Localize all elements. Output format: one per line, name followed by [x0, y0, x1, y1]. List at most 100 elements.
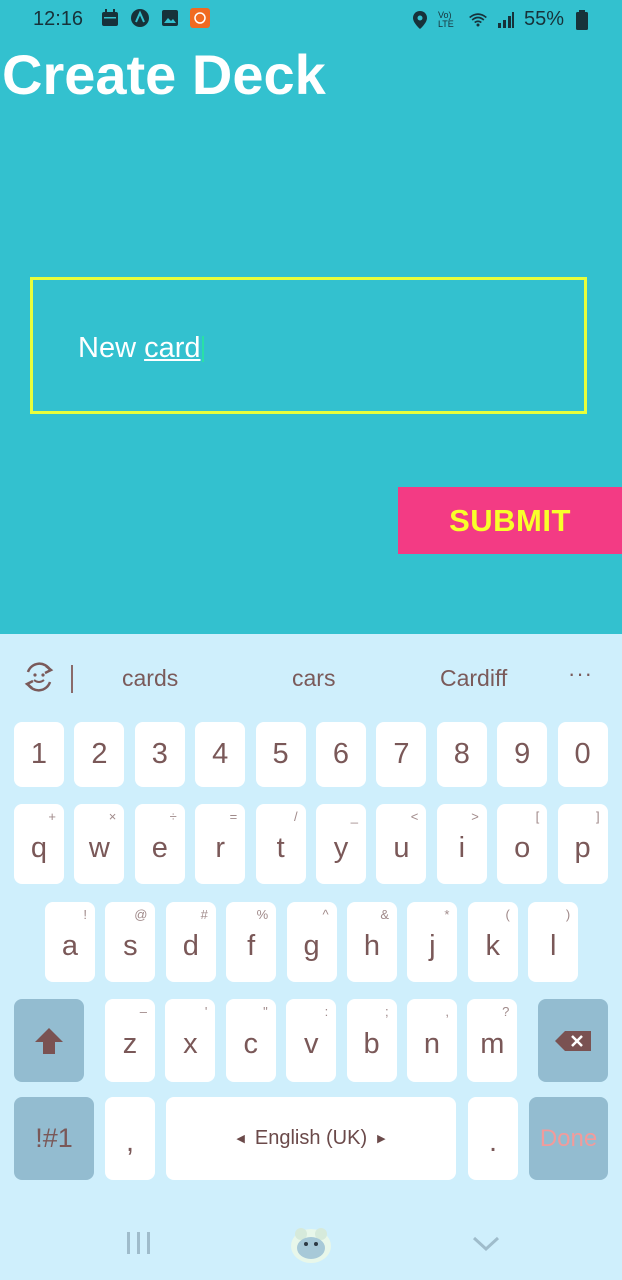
- key-label: x: [183, 1028, 198, 1060]
- language-label: English (UK): [254, 1127, 368, 1149]
- key-6[interactable]: 6: [316, 722, 366, 787]
- key-m[interactable]: ? m: [467, 999, 518, 1082]
- emoji-sticker-icon[interactable]: [22, 660, 56, 694]
- key-7[interactable]: 7: [376, 722, 427, 787]
- key-label: d: [182, 929, 199, 962]
- key-w[interactable]: × w: [74, 804, 125, 884]
- key-label: s: [123, 929, 138, 962]
- key-b[interactable]: ; b: [346, 999, 397, 1082]
- key-g[interactable]: ^ g: [286, 902, 337, 982]
- key-c[interactable]: " c: [225, 999, 276, 1082]
- space-key[interactable]: ◀ English (UK) ▶: [166, 1097, 456, 1180]
- key-o[interactable]: [o: [497, 804, 548, 884]
- battery-level: 55%: [523, 8, 564, 30]
- key-label: w: [88, 831, 110, 864]
- key-hint: *: [444, 907, 450, 922]
- key-j[interactable]: * j: [407, 902, 458, 982]
- period-key-label: .: [488, 1126, 498, 1158]
- key-label: e: [151, 831, 168, 864]
- key-a[interactable]: ! a: [45, 902, 95, 982]
- key-e[interactable]: ÷ e: [134, 804, 185, 884]
- key-hint: ]: [595, 809, 600, 824]
- key-label: o: [514, 831, 531, 864]
- key-f[interactable]: % f: [226, 902, 277, 982]
- period-key[interactable]: .: [468, 1097, 518, 1180]
- key-hint: ?: [502, 1004, 510, 1019]
- key-q[interactable]: + q: [14, 804, 64, 884]
- submit-button[interactable]: SUBMIT: [398, 487, 622, 554]
- key-label: 6: [332, 738, 350, 770]
- key-label: g: [303, 929, 320, 962]
- key-r[interactable]: = r: [195, 804, 246, 884]
- key-label: 3: [151, 738, 168, 770]
- key-hint: ,: [445, 1004, 449, 1019]
- suggestion-divider: [71, 665, 73, 693]
- key-x[interactable]: ' x: [165, 999, 216, 1082]
- key-hint: [: [535, 809, 540, 824]
- key-9[interactable]: 9: [497, 722, 548, 787]
- key-hint: –: [139, 1004, 147, 1019]
- key-s[interactable]: @ s: [105, 902, 156, 982]
- key-label: k: [485, 929, 501, 962]
- key-l[interactable]: ) l: [528, 902, 579, 982]
- key-0[interactable]: 0: [557, 722, 608, 787]
- key-label: f: [247, 929, 256, 962]
- input-value-composing: card: [144, 332, 201, 364]
- key-label: a: [61, 929, 79, 962]
- key-hint: :: [324, 1004, 329, 1019]
- battery-icon: [572, 9, 592, 30]
- key-3[interactable]: 3: [134, 722, 185, 787]
- key-1[interactable]: 1: [14, 722, 64, 787]
- key-label: u: [393, 831, 410, 864]
- signal-icon: [496, 10, 516, 30]
- done-key[interactable]: Done: [529, 1097, 608, 1180]
- key-5[interactable]: 5: [255, 722, 306, 787]
- comma-key[interactable]: ,: [105, 1097, 155, 1180]
- key-d[interactable]: # d: [165, 902, 216, 982]
- key-hint: +: [48, 809, 56, 824]
- app-logo-icon: [130, 8, 150, 28]
- key-label: y: [333, 831, 349, 864]
- key-label: z: [122, 1028, 138, 1060]
- key-label: 7: [393, 738, 410, 770]
- key-2[interactable]: 2: [74, 722, 125, 787]
- shift-key[interactable]: [14, 999, 84, 1082]
- hide-keyboard-icon[interactable]: [472, 1236, 500, 1257]
- key-t[interactable]: / t: [255, 804, 306, 884]
- key-hint: !: [83, 907, 87, 922]
- key-u[interactable]: < u: [376, 804, 427, 884]
- key-4[interactable]: 4: [195, 722, 246, 787]
- more-options-icon[interactable]: ···: [568, 661, 593, 687]
- key-hint: %: [256, 907, 269, 922]
- symbols-key[interactable]: !#1: [14, 1097, 94, 1180]
- key-k[interactable]: (k: [467, 902, 518, 982]
- chevron-right-icon: ▶: [377, 1133, 386, 1145]
- key-y[interactable]: _ y: [316, 804, 366, 884]
- key-n[interactable]: ,n: [407, 999, 457, 1082]
- key-8[interactable]: 8: [436, 722, 487, 787]
- key-label: p: [574, 831, 591, 864]
- key-p[interactable]: ] p: [557, 804, 608, 884]
- backspace-key[interactable]: [538, 999, 608, 1082]
- key-hint: >: [471, 809, 479, 824]
- key-i[interactable]: > i: [436, 804, 487, 884]
- key-label: 9: [514, 738, 531, 770]
- calendar-icon: [100, 8, 120, 28]
- suggestion-1[interactable]: cards: [122, 665, 178, 692]
- key-hint: _: [350, 809, 358, 824]
- deck-name-input[interactable]: New card: [30, 277, 587, 414]
- key-hint: =: [229, 809, 238, 824]
- backspace-icon: [555, 1030, 591, 1051]
- status-bar: 12:16 Vo) LTE 55%: [0, 0, 622, 38]
- key-z[interactable]: – z: [105, 999, 155, 1082]
- recent-apps-icon[interactable]: [126, 1231, 152, 1260]
- key-v[interactable]: :v: [286, 999, 337, 1082]
- input-text[interactable]: New card: [78, 332, 204, 365]
- key-label: 5: [272, 738, 289, 770]
- home-sticker-icon[interactable]: [288, 1224, 334, 1269]
- key-label: v: [303, 1028, 319, 1060]
- suggestion-3[interactable]: Cardiff: [440, 665, 507, 692]
- key-h[interactable]: & h: [347, 902, 397, 982]
- volte-label: Vo) LTE: [437, 9, 454, 29]
- suggestion-2[interactable]: cars: [292, 665, 335, 692]
